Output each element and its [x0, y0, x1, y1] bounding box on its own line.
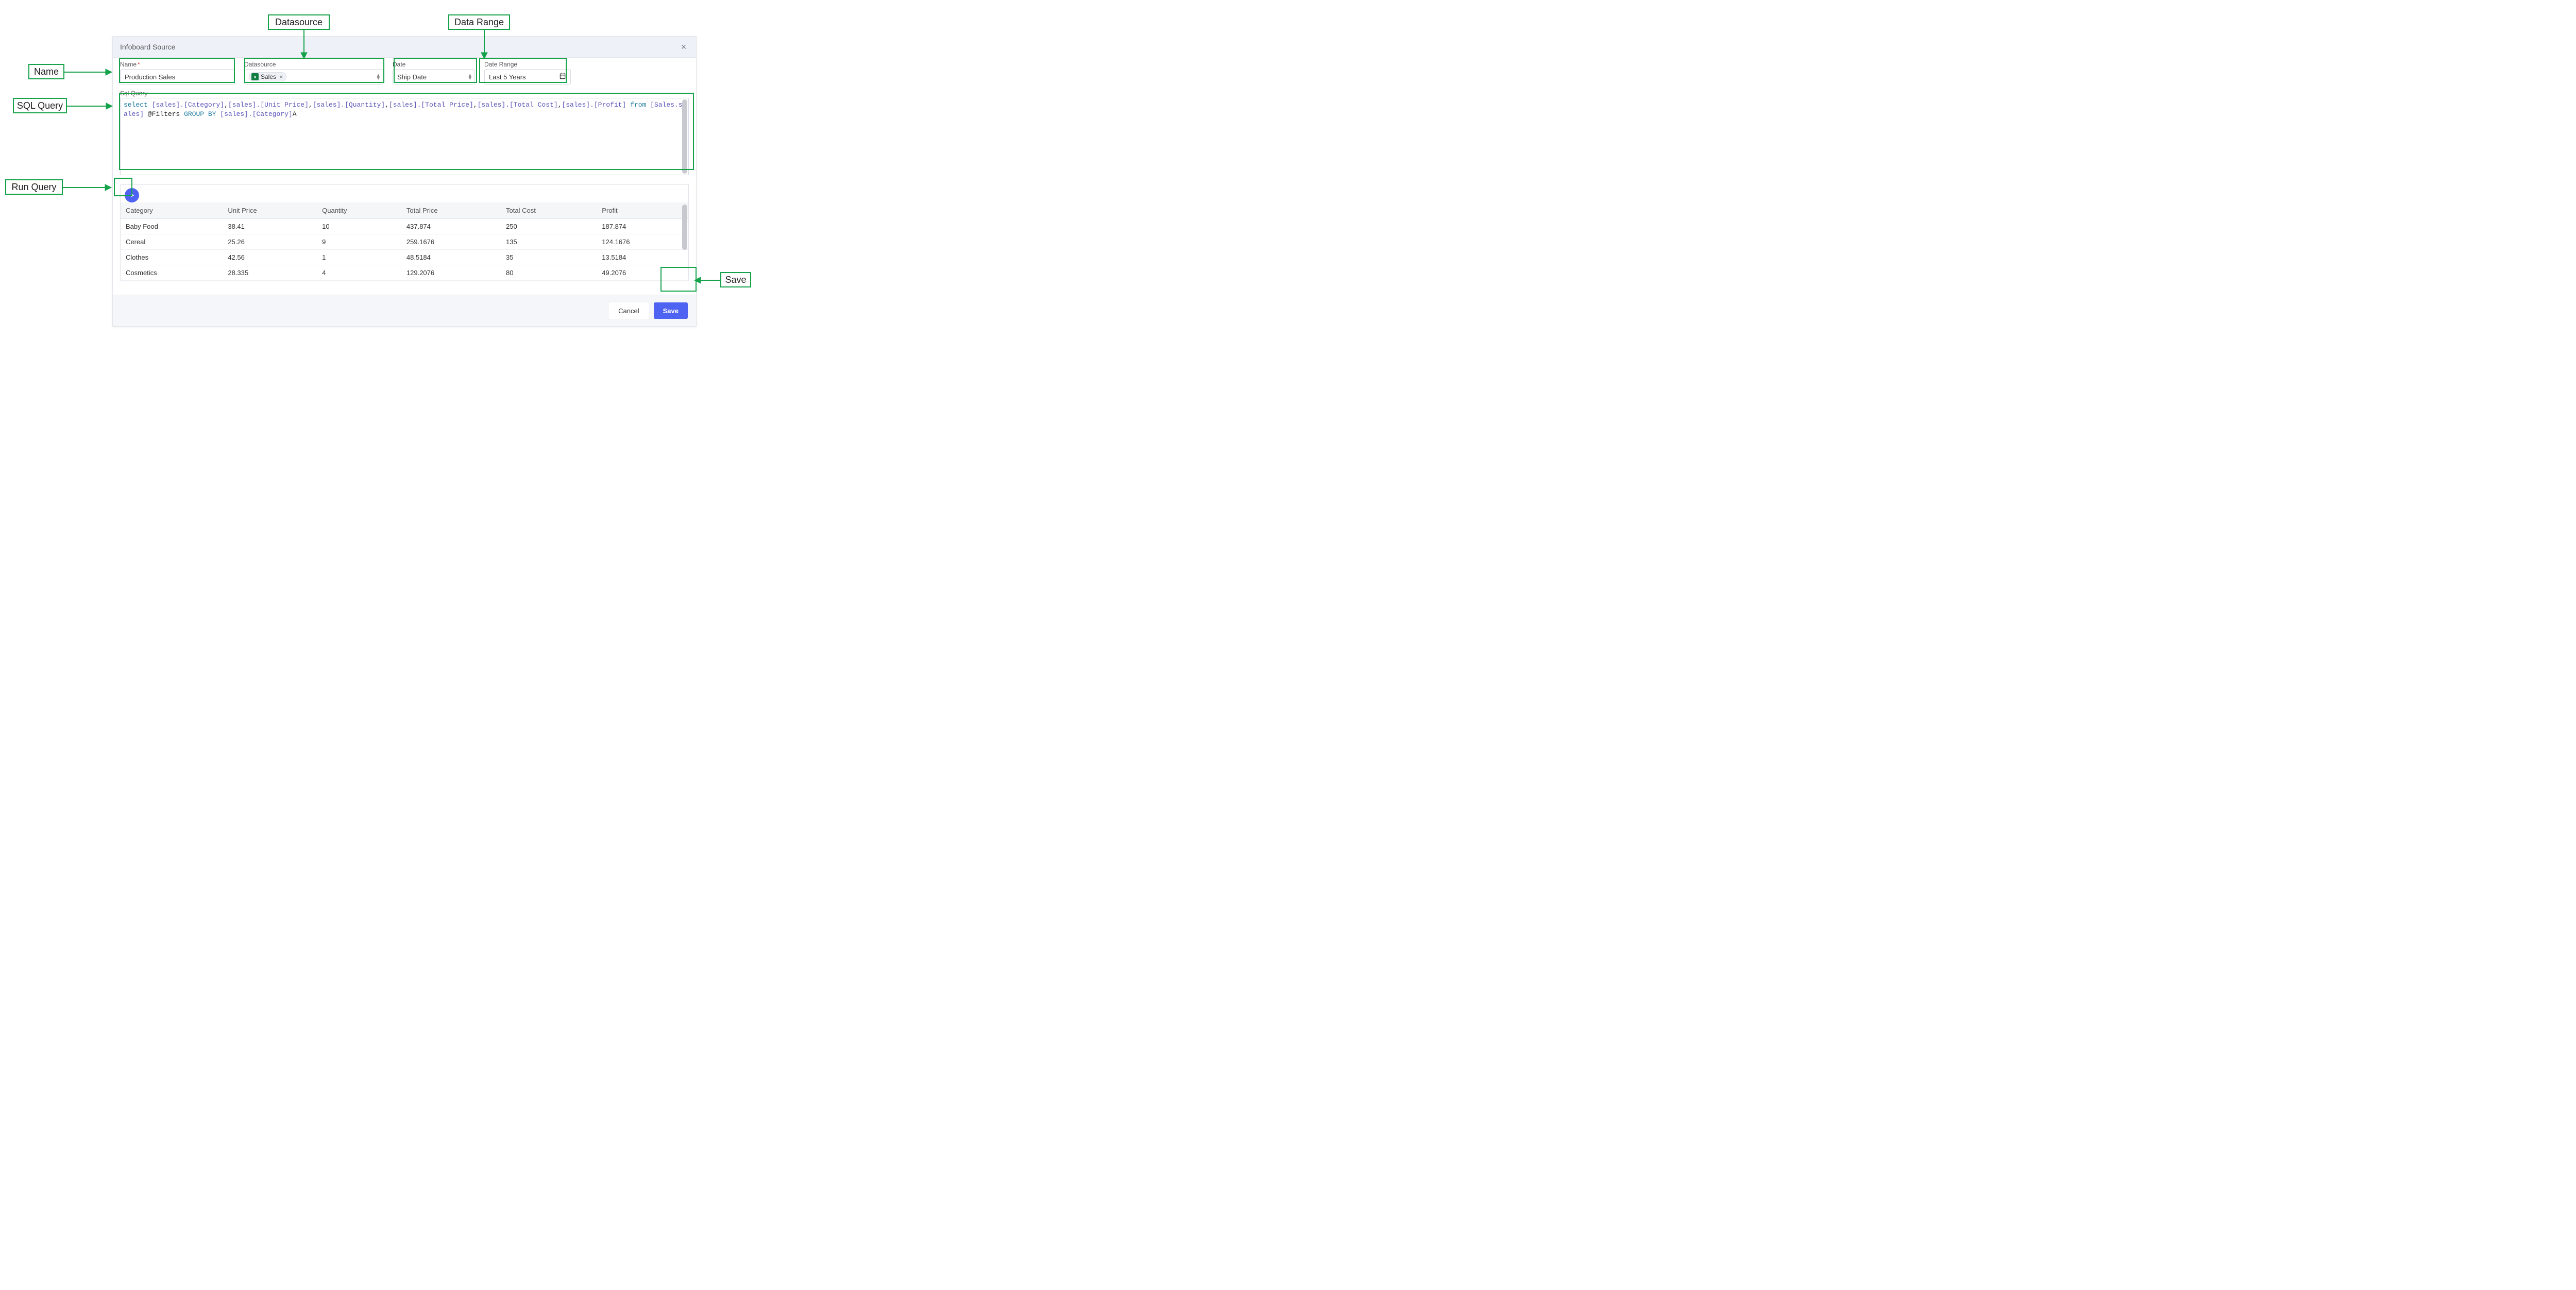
sql-label: Sql Query	[120, 90, 689, 97]
table-row: Clothes 42.56 1 48.5184 35 13.5184	[121, 250, 688, 265]
datasource-chip[interactable]: x Sales ×	[249, 72, 286, 81]
save-button[interactable]: Save	[654, 302, 688, 319]
date-label: Date	[393, 61, 475, 68]
col-header[interactable]: Total Cost	[501, 202, 597, 219]
daterange-input[interactable]: Last 5 Years	[484, 69, 571, 84]
arrow-icon	[63, 182, 111, 193]
annotation-data-range: Data Range	[448, 14, 510, 30]
datasource-label: Datasource	[244, 61, 383, 68]
infoboard-source-dialog: Infoboard Source × Name* Production Sale…	[112, 36, 697, 327]
scrollbar[interactable]	[682, 99, 687, 174]
col-header[interactable]: Total Price	[401, 202, 501, 219]
arrow-icon	[67, 101, 112, 111]
run-query-button[interactable]	[125, 188, 139, 202]
required-asterisk: *	[138, 61, 140, 68]
calendar-icon[interactable]	[559, 73, 566, 81]
col-header[interactable]: Quantity	[317, 202, 401, 219]
play-icon	[129, 192, 135, 198]
dialog-body: Name* Production Sales Datasource x Sale…	[113, 58, 696, 288]
scrollbar[interactable]	[682, 205, 687, 250]
sql-group: Sql Query select [sales].[Category],[sal…	[120, 90, 689, 175]
close-icon[interactable]: ×	[679, 42, 689, 52]
field-datasource-group: Datasource x Sales × ▴▾	[244, 61, 383, 84]
excel-icon: x	[251, 73, 259, 80]
col-header[interactable]: Profit	[597, 202, 688, 219]
annotation-run-query: Run Query	[5, 179, 63, 195]
results-table: Category Unit Price Quantity Total Price…	[121, 202, 688, 281]
dialog-header: Infoboard Source ×	[113, 37, 696, 58]
cancel-button[interactable]: Cancel	[609, 302, 648, 319]
results-toolbar	[120, 184, 689, 202]
field-name-group: Name* Production Sales	[120, 61, 235, 84]
annotation-save: Save	[720, 272, 751, 287]
chip-remove-icon[interactable]: ×	[279, 73, 283, 80]
dialog-footer: Cancel Save	[113, 295, 696, 326]
form-row: Name* Production Sales Datasource x Sale…	[120, 61, 689, 84]
dialog-title: Infoboard Source	[120, 43, 175, 51]
field-date-group: Date Ship Date ▴▾	[393, 61, 475, 84]
table-header-row: Category Unit Price Quantity Total Price…	[121, 202, 688, 219]
annotation-sql-query: SQL Query	[13, 98, 67, 113]
results-table-wrap: Category Unit Price Quantity Total Price…	[120, 202, 689, 281]
col-header[interactable]: Unit Price	[223, 202, 317, 219]
table-row: Baby Food 38.41 10 437.874 250 187.874	[121, 219, 688, 234]
col-header[interactable]: Category	[121, 202, 223, 219]
name-input[interactable]: Production Sales	[120, 69, 235, 84]
annotation-datasource: Datasource	[268, 14, 330, 30]
name-label: Name*	[120, 61, 235, 68]
datasource-select[interactable]: x Sales × ▴▾	[244, 69, 383, 84]
arrow-icon	[694, 275, 720, 285]
chevron-up-down-icon[interactable]: ▴▾	[468, 74, 471, 80]
date-select[interactable]: Ship Date ▴▾	[393, 69, 475, 84]
table-row: Cosmetics 28.335 4 129.2076 80 49.2076	[121, 265, 688, 281]
chevron-up-down-icon[interactable]: ▴▾	[377, 74, 380, 80]
arrow-icon	[64, 67, 112, 77]
sql-editor[interactable]: select [sales].[Category],[sales].[Unit …	[120, 98, 689, 175]
field-daterange-group: Date Range Last 5 Years	[484, 61, 571, 84]
daterange-label: Date Range	[484, 61, 571, 68]
annotation-name: Name	[28, 64, 64, 79]
table-row: Cereal 25.26 9 259.1676 135 124.1676	[121, 234, 688, 250]
